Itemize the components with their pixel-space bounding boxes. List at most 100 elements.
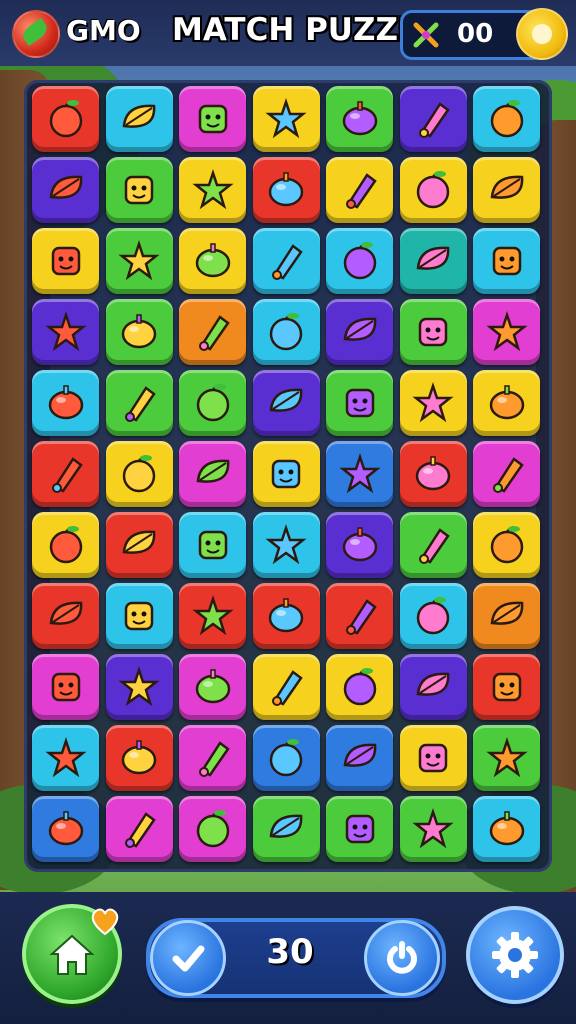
- tile-flower[interactable]: [473, 654, 540, 720]
- sunflower-icon: [124, 175, 154, 205]
- settings-button[interactable]: [466, 906, 564, 1004]
- herb-icon: [490, 601, 523, 625]
- apple-icon: [198, 104, 227, 134]
- tile-sun-gear[interactable]: [326, 157, 393, 223]
- tile-ring[interactable]: [179, 512, 246, 578]
- peach-face-icon: [342, 101, 377, 136]
- tile-red-leaf[interactable]: [473, 725, 540, 791]
- tile-mug[interactable]: [399, 796, 467, 862]
- coin-shop-button[interactable]: [516, 8, 568, 60]
- tile-apple[interactable]: [252, 796, 320, 862]
- tile-eggplant[interactable]: [32, 441, 99, 507]
- tile-pinecone[interactable]: [473, 86, 540, 152]
- tile-orange-splash[interactable]: [399, 299, 467, 365]
- tile-leaf[interactable]: [252, 86, 320, 152]
- confirm-button[interactable]: [150, 920, 226, 996]
- feather-leaf-icon: [198, 315, 230, 351]
- tile-pear[interactable]: [473, 157, 540, 223]
- cherries-icon: [416, 171, 450, 209]
- tile-pencil[interactable]: [326, 654, 393, 720]
- gear-icon: [470, 910, 560, 1000]
- tile-peach-face[interactable]: [326, 86, 393, 152]
- tile-green-leaf[interactable]: [179, 370, 246, 436]
- tile-chili[interactable]: [105, 654, 173, 720]
- tile-popsicle[interactable]: [399, 370, 467, 436]
- tile-sun-flower[interactable]: [252, 370, 320, 436]
- tile-kite[interactable]: [326, 441, 393, 507]
- ice-pop-icon: [271, 459, 301, 489]
- tile-peach[interactable]: [399, 228, 467, 294]
- sparkle-cross-icon: [343, 317, 376, 341]
- tile-drop-leaf[interactable]: [179, 157, 246, 223]
- tile-popsicle[interactable]: [32, 796, 99, 862]
- tile-plum[interactable]: [252, 725, 320, 791]
- tile-carrot[interactable]: [399, 512, 467, 578]
- tile-eggplant[interactable]: [326, 370, 393, 436]
- tile-popsicle[interactable]: [32, 512, 99, 578]
- tile-green-smiley[interactable]: [179, 725, 246, 791]
- tile-grape[interactable]: [252, 583, 320, 649]
- tile-mushroom[interactable]: [252, 299, 320, 365]
- chili-icon: [118, 666, 160, 707]
- tile-bird[interactable]: [399, 583, 467, 649]
- tile-chili[interactable]: [473, 370, 540, 436]
- tile-sushi[interactable]: [105, 370, 173, 436]
- tile-pepper-monster[interactable]: [105, 228, 173, 294]
- tile-eggplant[interactable]: [399, 654, 467, 720]
- tile-yarn-ball[interactable]: [473, 796, 540, 862]
- tile-sparkle-cross[interactable]: [326, 299, 393, 365]
- tile-feather[interactable]: [179, 441, 246, 507]
- tile-tomato[interactable]: [326, 725, 393, 791]
- tile-heart-fruit[interactable]: [179, 654, 246, 720]
- tile-cookie-face[interactable]: [252, 512, 320, 578]
- tile-plum[interactable]: [32, 583, 99, 649]
- tile-jar[interactable]: [326, 228, 393, 294]
- pear-icon: [490, 175, 523, 199]
- game-title: MATCH PUZZLE: [172, 12, 439, 48]
- tile-starburst[interactable]: [105, 583, 173, 649]
- tile-sunflower[interactable]: [105, 157, 173, 223]
- tile-cup[interactable]: [105, 796, 173, 862]
- tile-sunflower[interactable]: [473, 441, 540, 507]
- tile-apple[interactable]: [179, 86, 246, 152]
- tile-smiley-fruit[interactable]: [32, 228, 99, 294]
- tile-carrot[interactable]: [473, 228, 540, 294]
- tile-grape-face[interactable]: [179, 228, 246, 294]
- tile-feather-leaf[interactable]: [179, 299, 246, 365]
- tile-orange-blob[interactable]: [399, 725, 467, 791]
- crate-icon: [49, 175, 82, 199]
- tile-flower-face[interactable]: [32, 370, 99, 436]
- tile-red-leaf[interactable]: [179, 583, 246, 649]
- tile-cotton-candy[interactable]: [252, 157, 320, 223]
- tile-melon-slice[interactable]: [105, 725, 173, 791]
- carrot-icon: [492, 246, 521, 276]
- tile-melon[interactable]: [252, 228, 320, 294]
- tile-orange[interactable]: [105, 512, 173, 578]
- tile-lemon[interactable]: [179, 796, 246, 862]
- tile-ring[interactable]: [32, 86, 99, 152]
- tile-star-cookie[interactable]: [32, 299, 99, 365]
- tile-skull-face[interactable]: [326, 796, 393, 862]
- tile-orange-face[interactable]: [32, 725, 99, 791]
- score-value: 00: [457, 19, 494, 49]
- chili-icon: [489, 385, 524, 420]
- tile-ice-pop[interactable]: [252, 441, 320, 507]
- restart-button[interactable]: [364, 920, 440, 996]
- brand-name: GMO: [66, 14, 141, 47]
- tile-herb[interactable]: [473, 583, 540, 649]
- tile-lettuce[interactable]: [252, 654, 320, 720]
- tile-banana[interactable]: [105, 299, 173, 365]
- tile-puzzle-piece[interactable]: [105, 86, 173, 152]
- tile-crate[interactable]: [32, 157, 99, 223]
- pencil-icon: [343, 668, 376, 706]
- tile-cherries[interactable]: [399, 157, 467, 223]
- tile-soda-can[interactable]: [473, 512, 540, 578]
- tile-tomato[interactable]: [399, 441, 467, 507]
- tile-tomato[interactable]: [399, 86, 467, 152]
- tile-lemon[interactable]: [326, 583, 393, 649]
- tile-tomato[interactable]: [473, 299, 540, 365]
- heart-fruit-icon: [195, 669, 230, 704]
- tile-sparkle[interactable]: [326, 512, 393, 578]
- tile-green-apple[interactable]: [105, 441, 173, 507]
- tile-dragon[interactable]: [32, 654, 99, 720]
